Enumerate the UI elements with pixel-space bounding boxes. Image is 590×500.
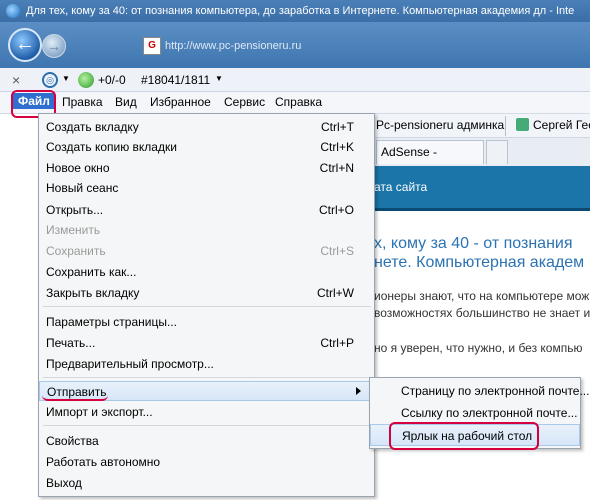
menu-item-new-session[interactable]: Новый сеанс	[39, 178, 374, 198]
menu-item-save: Сохранить Ctrl+S	[39, 241, 374, 261]
menu-item-work-offline[interactable]: Работать автономно	[39, 452, 374, 472]
banner-divider	[374, 208, 590, 211]
menu-item-new-tab[interactable]: Создать вкладку Ctrl+T	[39, 117, 374, 137]
menu-item-shortcut: Ctrl+P	[320, 336, 354, 350]
submenu-item-send-link-email[interactable]: Ссылку по электронной почте...	[370, 402, 580, 424]
menu-bar: Файл Правка Вид Избранное Сервис Справка	[0, 92, 590, 114]
menu-separator	[43, 306, 371, 307]
command-bar: × ◎ ▼ +0/-0 #18041/1811 ▼	[0, 68, 590, 92]
menu-edit[interactable]: Правка	[62, 95, 103, 109]
menu-item-print[interactable]: Печать... Ctrl+P	[39, 333, 374, 353]
favorite-site-icon	[516, 118, 529, 131]
menu-item-label: Печать...	[46, 336, 96, 350]
menu-item-shortcut: Ctrl+O	[318, 203, 354, 217]
menu-tools[interactable]: Сервис	[224, 95, 265, 109]
window-title: Для тех, кому за 40: от познания компьют…	[26, 5, 575, 17]
menu-item-label: Открыть...	[46, 203, 104, 217]
menu-item-label: Работать автономно	[46, 455, 161, 469]
menu-item-label: Выход	[46, 476, 82, 490]
forward-arrow-icon: →	[47, 38, 61, 54]
menu-item-page-setup[interactable]: Параметры страницы...	[39, 312, 374, 332]
annotation-underline-send	[42, 395, 108, 401]
menu-separator	[43, 425, 371, 426]
menu-help[interactable]: Справка	[275, 95, 322, 109]
menu-item-close-tab[interactable]: Закрыть вкладку Ctrl+W	[39, 283, 374, 303]
submenu-item-send-page-email[interactable]: Страницу по электронной почте...	[370, 380, 589, 402]
navigation-bar: ← → G http://www.pc-pensioneru.ru	[0, 22, 590, 68]
id-value: #18041/1811	[141, 73, 211, 87]
page-text-line2: возможностях большинство не знает и у	[374, 306, 590, 320]
new-tab-button[interactable]	[486, 140, 508, 164]
file-menu-dropdown: Создать вкладку Ctrl+T Создать копию вкл…	[38, 113, 375, 497]
favorite-admin[interactable]: Pc-pensioneru админка	[376, 118, 504, 132]
page-heading-line2: нете. Компьютерная академ	[374, 254, 585, 271]
submenu-item-label: Страницу по электронной почте...	[401, 384, 590, 398]
menu-item-label: Создать копию вкладки	[46, 140, 177, 154]
menu-item-label: Предварительный просмотр...	[46, 357, 214, 371]
menu-separator	[43, 377, 371, 378]
menu-item-new-window[interactable]: Новое окно Ctrl+N	[39, 158, 374, 178]
menu-item-exit[interactable]: Выход	[39, 473, 374, 493]
forward-button[interactable]: →	[42, 34, 66, 58]
menu-item-label: Изменить	[46, 223, 101, 237]
menu-item-shortcut: Ctrl+K	[320, 140, 354, 154]
page-text-line1: ионеры знают, что на компьютере мож	[374, 289, 590, 303]
address-text: http://www.pc-pensioneru.ru	[165, 40, 302, 52]
menu-item-save-as[interactable]: Сохранить как...	[39, 262, 374, 282]
page-heading-line1: х, кому за 40 - от познания	[374, 235, 573, 252]
menu-item-label: Сохранить	[46, 244, 106, 258]
back-arrow-icon: ←	[15, 33, 35, 55]
menu-item-label: Новое окно	[46, 161, 110, 175]
tab-adsense[interactable]: AdSense - Истори...	[376, 140, 484, 181]
menu-item-label: Новый сеанс	[46, 181, 119, 195]
favorite-user[interactable]: Сергей Гес	[533, 118, 590, 132]
menu-item-label: Сохранить как...	[46, 265, 137, 279]
menu-view[interactable]: Вид	[115, 95, 137, 109]
site-favicon-icon: G	[143, 37, 161, 55]
close-icon[interactable]: ×	[12, 72, 20, 88]
menu-item-open[interactable]: Открыть... Ctrl+O	[39, 200, 374, 220]
counter-value: +0/-0	[98, 73, 126, 87]
menu-item-print-preview[interactable]: Предварительный просмотр...	[39, 354, 374, 374]
menu-item-label: Свойства	[46, 434, 99, 448]
annotation-circle-shortcut	[389, 422, 539, 450]
menu-item-shortcut: Ctrl+T	[321, 120, 354, 134]
back-button[interactable]: ←	[8, 28, 42, 62]
menu-item-label: Закрыть вкладку	[46, 286, 140, 300]
menu-item-shortcut: Ctrl+N	[319, 161, 354, 175]
menu-item-label: Импорт и экспорт...	[46, 405, 153, 419]
menu-item-shortcut: Ctrl+S	[320, 244, 354, 258]
menu-item-duplicate-tab[interactable]: Создать копию вкладки Ctrl+K	[39, 137, 374, 157]
page-text-line3: но я уверен, что нужно, и без компью	[374, 341, 583, 355]
chevron-down-icon[interactable]: ▼	[215, 74, 223, 83]
submenu-arrow-icon	[356, 387, 361, 395]
menu-item-label: Создать вкладку	[46, 120, 139, 134]
menu-item-properties[interactable]: Свойства	[39, 431, 374, 451]
toolbar-addon-icon[interactable]: ◎	[42, 72, 58, 88]
submenu-item-label: Ссылку по электронной почте...	[401, 406, 578, 420]
menu-item-import-export[interactable]: Импорт и экспорт...	[39, 402, 374, 422]
favorites-separator	[505, 116, 506, 136]
address-bar[interactable]: G http://www.pc-pensioneru.ru	[135, 34, 590, 58]
globe-icon[interactable]	[78, 72, 94, 88]
menu-item-shortcut: Ctrl+W	[317, 286, 354, 300]
window-title-bar: Для тех, кому за 40: от познания компьют…	[0, 0, 590, 22]
menu-item-label: Параметры страницы...	[46, 315, 177, 329]
menu-favorites[interactable]: Избранное	[150, 95, 211, 109]
banner-text[interactable]: ата сайта	[374, 180, 427, 194]
ie-icon	[6, 4, 20, 18]
menu-item-edit: Изменить	[39, 220, 374, 240]
chevron-down-icon[interactable]: ▼	[62, 74, 70, 83]
